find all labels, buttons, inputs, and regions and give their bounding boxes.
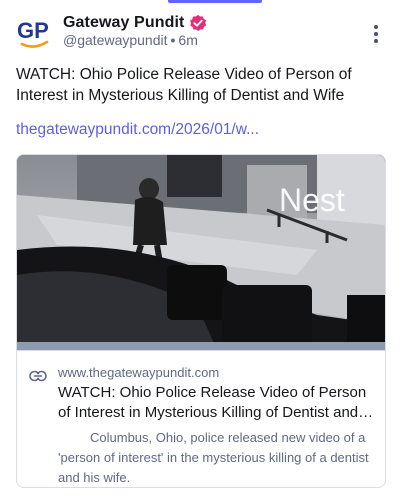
gateway-pundit-logo: GP <box>17 18 49 48</box>
link-preview-card[interactable]: Nest www.thegatewaypundit.com WATCH: Ohi… <box>16 154 386 488</box>
link-icon <box>29 370 47 382</box>
card-domain: www.thegatewaypundit.com <box>58 365 220 380</box>
avatar[interactable]: GP <box>16 12 52 54</box>
post: GP Gateway Pundit @gatewaypundit • 6m WATC… <box>0 0 402 500</box>
nest-watermark: Nest <box>279 182 345 218</box>
card-meta: www.thegatewaypundit.com WATCH: Ohio Pol… <box>17 350 385 487</box>
name-row: Gateway Pundit <box>63 12 207 34</box>
card-description: Columbus, Ohio, police released new vide… <box>58 430 369 485</box>
post-link[interactable]: thegatewaypundit.com/2026/01/w... <box>16 119 259 140</box>
security-camera-still: Nest <box>17 155 385 350</box>
display-name[interactable]: Gateway Pundit <box>63 14 184 32</box>
card-title[interactable]: WATCH: Ohio Police Release Video of Pers… <box>58 383 380 423</box>
more-vertical-icon[interactable] <box>366 22 386 46</box>
post-text: WATCH: Ohio Police Release Video of Pers… <box>16 66 352 104</box>
card-image[interactable]: Nest <box>17 155 385 350</box>
post-meta: @gatewaypundit • 6m <box>63 32 198 48</box>
verified-badge-icon <box>190 14 207 32</box>
timestamp[interactable]: 6m <box>178 32 197 48</box>
svg-text:GP: GP <box>17 18 49 43</box>
handle[interactable]: @gatewaypundit <box>63 32 168 48</box>
card-title-text: WATCH: Ohio Police Release Video of Pers… <box>58 384 367 421</box>
post-header: GP Gateway Pundit @gatewaypundit • 6m <box>16 12 386 54</box>
meta-separator: • <box>170 32 176 48</box>
